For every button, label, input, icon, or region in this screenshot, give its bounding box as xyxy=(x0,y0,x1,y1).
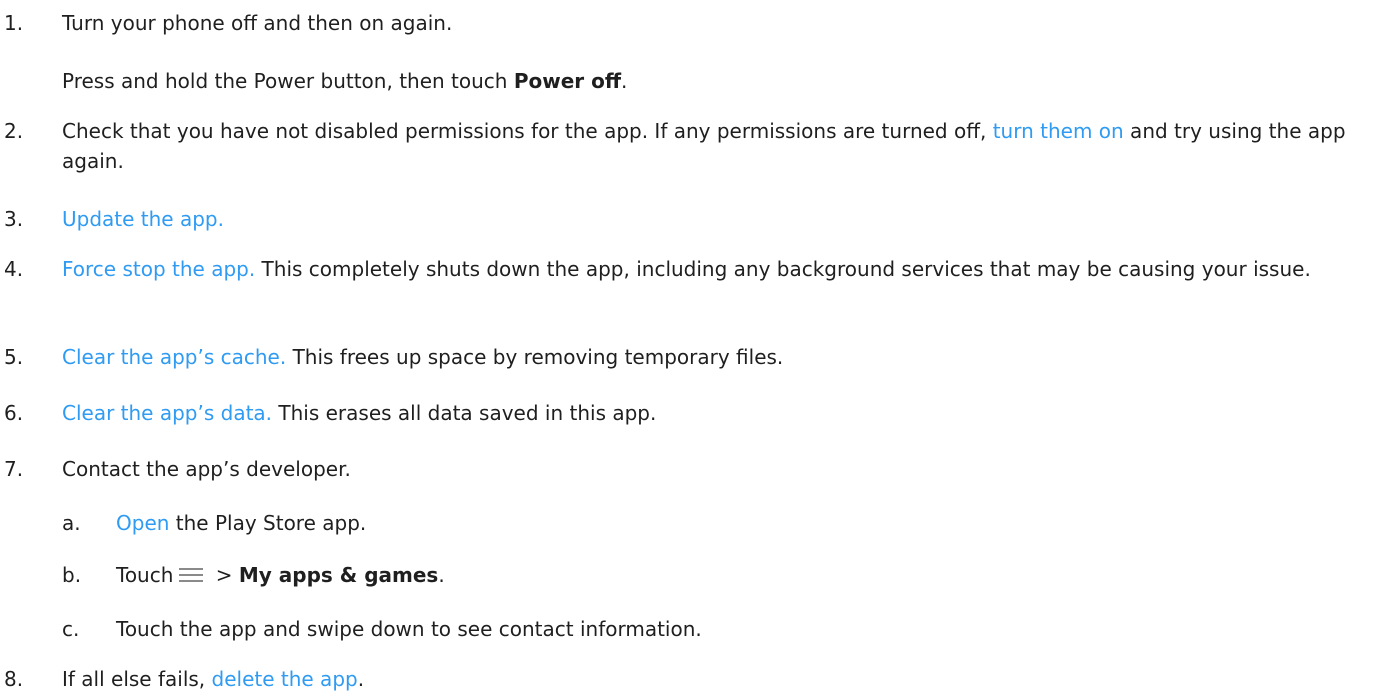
step-8: 8. If all else fails, delete the app. xyxy=(0,664,1370,694)
troubleshooting-steps: 1. Turn your phone off and then on again… xyxy=(0,0,1378,697)
step-3: 3. Update the app. xyxy=(0,204,1370,234)
step-text: Force stop the app. This completely shut… xyxy=(62,257,1311,281)
step-2: 2. Check that you have not disabled perm… xyxy=(0,116,1370,176)
turn-them-on-link[interactable]: turn them on xyxy=(993,119,1124,143)
step-6: 6. Clear the app’s data. This erases all… xyxy=(0,398,1370,428)
step-number: 5. xyxy=(4,345,24,369)
step-number: 8. xyxy=(4,667,24,691)
substep-letter: c. xyxy=(62,617,80,641)
step-text: Clear the app’s data. This erases all da… xyxy=(62,401,657,425)
clear-cache-link[interactable]: Clear the app’s cache. xyxy=(62,345,286,369)
force-stop-link[interactable]: Force stop the app. xyxy=(62,257,255,281)
step-detail-text: Press and hold the Power button, then to… xyxy=(62,69,628,93)
step-7: 7. Contact the app’s developer. xyxy=(0,454,1370,484)
step-number: 1. xyxy=(4,11,24,35)
step-number: 4. xyxy=(4,257,24,281)
substep-b: b. Touch > My apps & games. xyxy=(0,560,1370,590)
step-5: 5. Clear the app’s cache. This frees up … xyxy=(0,342,1370,372)
power-off-label: Power off xyxy=(513,69,622,93)
step-text: Turn your phone off and then on again. xyxy=(62,11,453,35)
step-text: Clear the app’s cache. This frees up spa… xyxy=(62,345,784,369)
update-app-link[interactable]: Update the app. xyxy=(62,207,224,231)
step-1-detail: Press and hold the Power button, then to… xyxy=(0,66,1370,96)
step-number: 7. xyxy=(4,457,24,481)
step-text: Contact the app’s developer. xyxy=(62,457,351,481)
substep-c: c. Touch the app and swipe down to see c… xyxy=(0,614,1370,644)
step-number: 2. xyxy=(4,119,24,143)
substep-text: Touch > My apps & games. xyxy=(116,563,445,587)
step-number: 3. xyxy=(4,207,24,231)
menu-icon xyxy=(179,567,204,583)
substep-letter: a. xyxy=(62,511,81,535)
step-text: Check that you have not disabled permiss… xyxy=(62,119,1346,173)
open-play-store-link[interactable]: Open xyxy=(116,511,169,535)
substep-text: Open the Play Store app. xyxy=(116,511,367,535)
substep-a: a. Open the Play Store app. xyxy=(0,508,1370,538)
step-number: 6. xyxy=(4,401,24,425)
step-text: If all else fails, delete the app. xyxy=(62,667,365,691)
step-4: 4. Force stop the app. This completely s… xyxy=(0,254,1370,284)
my-apps-games-label: My apps & games xyxy=(238,563,439,587)
substep-letter: b. xyxy=(62,563,82,587)
delete-app-link[interactable]: delete the app xyxy=(212,667,358,691)
clear-data-link[interactable]: Clear the app’s data. xyxy=(62,401,272,425)
substep-text: Touch the app and swipe down to see cont… xyxy=(116,617,702,641)
step-1: 1. Turn your phone off and then on again… xyxy=(0,8,1370,38)
